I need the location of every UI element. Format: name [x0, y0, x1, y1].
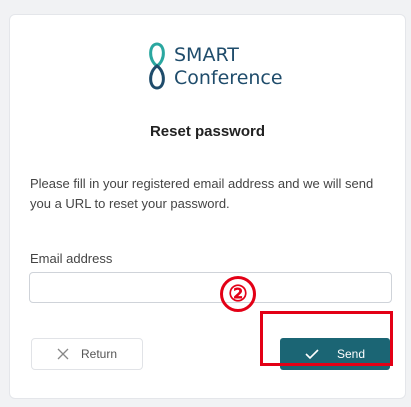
instructions-text: Please fill in your registered email add… — [30, 176, 374, 211]
page-title: Reset password — [149, 123, 266, 140]
close-icon — [57, 348, 69, 360]
brand-logo: SMART Conference — [146, 40, 283, 92]
brand-name-line1: SMART — [174, 44, 239, 66]
return-button[interactable]: Return — [31, 338, 143, 370]
brand-name: SMART Conference — [174, 44, 283, 90]
email-label: Email address — [30, 251, 113, 266]
email-field[interactable] — [29, 272, 392, 303]
brand-name-line2: Conference — [174, 67, 283, 89]
infinity-knot-icon — [149, 42, 165, 90]
return-button-label: Return — [80, 347, 118, 361]
send-highlight-box — [260, 311, 393, 366]
step-marker: ② — [220, 276, 256, 312]
